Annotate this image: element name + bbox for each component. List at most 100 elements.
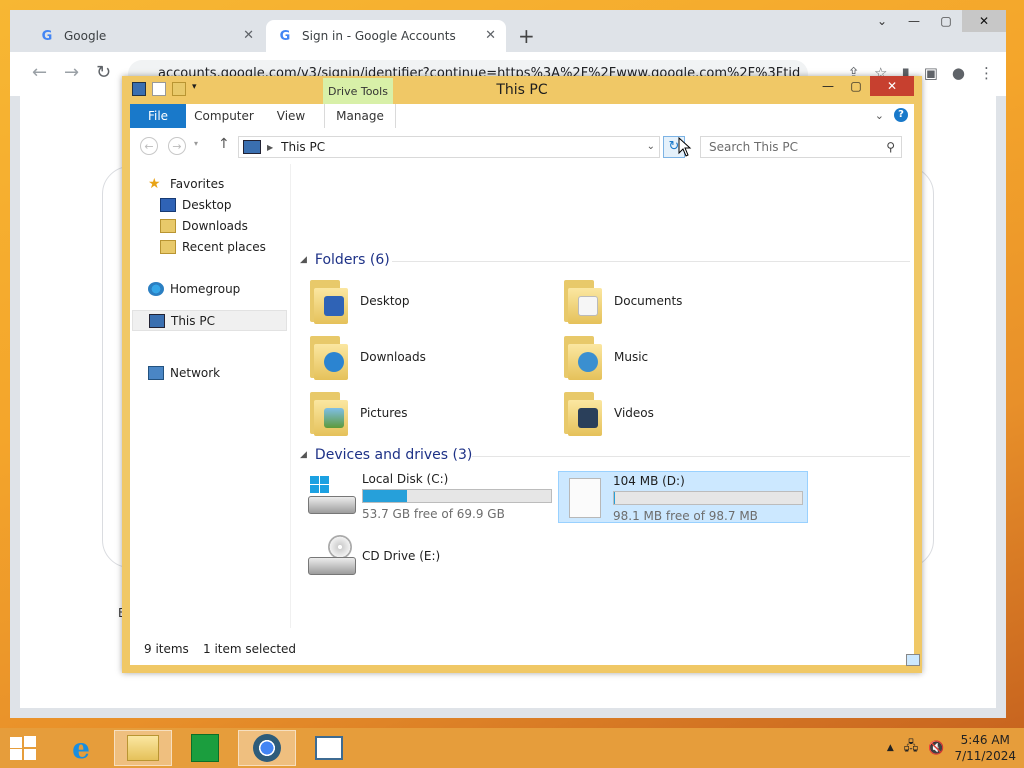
drive-usage-bar	[362, 489, 552, 503]
store-icon	[191, 734, 219, 762]
close-window-icon[interactable]: ✕	[870, 76, 914, 96]
taskbar-store[interactable]	[176, 730, 234, 766]
search-icon: ⚲	[886, 140, 895, 154]
folder-documents[interactable]: Documents	[562, 278, 682, 324]
menu-icon[interactable]: ⋮	[979, 64, 994, 82]
tab-file[interactable]: File	[130, 104, 186, 128]
folder-videos[interactable]: Videos	[562, 390, 654, 436]
window-title: This PC	[496, 82, 548, 98]
folder-pictures[interactable]: Pictures	[308, 390, 408, 436]
taskbar-app[interactable]	[300, 730, 358, 766]
drive-name: CD Drive (E:)	[362, 549, 441, 563]
close-window-icon[interactable]: ✕	[962, 10, 1006, 32]
music-folder-icon	[562, 334, 602, 380]
minimize-icon[interactable]: —	[898, 10, 930, 32]
collapse-icon[interactable]: ◢	[300, 255, 307, 265]
maximize-icon[interactable]: ▢	[842, 76, 870, 96]
this-pc-icon	[149, 313, 165, 328]
minimize-icon[interactable]: —	[814, 76, 842, 96]
chevron-down-icon[interactable]: ⌄	[647, 141, 655, 152]
drive-name: 104 MB (D:)	[613, 474, 685, 488]
window-app-icon	[315, 736, 343, 760]
drive-c[interactable]: Local Disk (C:) 53.7 GB free of 69.9 GB	[308, 472, 552, 522]
volume-muted-icon[interactable]: 🔇	[928, 741, 944, 756]
up-icon[interactable]: ↑	[218, 136, 230, 152]
taskbar-file-explorer[interactable]	[114, 730, 172, 766]
drive-name: Local Disk (C:)	[362, 472, 449, 486]
close-tab-icon[interactable]: ✕	[243, 28, 254, 43]
nav-label: Downloads	[182, 219, 248, 233]
nav-network[interactable]: Network	[148, 363, 220, 383]
help-icon[interactable]: ?	[894, 108, 908, 122]
chrome-window-controls: ⌄ — ▢ ✕	[866, 10, 1006, 34]
profile-icon[interactable]: ●	[952, 64, 965, 82]
nav-label: Network	[170, 366, 221, 380]
item-label: Desktop	[360, 294, 410, 308]
google-g-icon: G	[279, 28, 291, 44]
large-icons-view-icon[interactable]	[906, 654, 920, 666]
chevron-down-icon[interactable]: ⌄	[866, 10, 898, 32]
taskbar-chrome[interactable]	[238, 730, 296, 766]
start-button[interactable]	[10, 736, 38, 762]
chrome-tab-label: Google	[64, 29, 107, 43]
sidepanel-icon[interactable]: ▣	[924, 64, 938, 82]
forward-icon[interactable]: →	[64, 62, 79, 83]
downloads-icon	[160, 219, 176, 233]
selection-count: 1 item selected	[203, 642, 297, 656]
star-icon: ★	[148, 176, 161, 192]
chrome-tab-signin[interactable]: G Sign in - Google Accounts ✕	[266, 20, 506, 52]
item-label: Videos	[614, 406, 654, 420]
nav-this-pc[interactable]: This PC	[132, 310, 287, 331]
maximize-icon[interactable]: ▢	[930, 10, 962, 32]
nav-recent-places[interactable]: Recent places	[160, 237, 266, 257]
group-header-devices[interactable]: ◢ Devices and drives (3)	[300, 447, 472, 463]
nav-favorites[interactable]: ★ Favorites	[148, 174, 224, 194]
tab-manage[interactable]: Manage	[324, 104, 396, 128]
reload-icon[interactable]: ↻	[96, 62, 111, 83]
desktop-icon	[160, 198, 176, 212]
back-icon[interactable]: ←	[32, 62, 47, 83]
folder-downloads[interactable]: Downloads	[308, 334, 426, 380]
drive-free-space: 98.1 MB free of 98.7 MB	[613, 509, 758, 523]
expand-ribbon-icon[interactable]: ⌄	[875, 109, 884, 122]
tab-computer[interactable]: Computer	[192, 104, 256, 128]
address-box[interactable]: ▶ This PC ⌄	[238, 136, 660, 158]
nav-desktop[interactable]: Desktop	[160, 195, 232, 215]
chevron-right-icon[interactable]: ▶	[267, 143, 273, 152]
nav-label: Homegroup	[170, 282, 241, 296]
taskbar-internet-explorer[interactable]: e	[52, 730, 110, 766]
chrome-tab-google[interactable]: G Google ✕	[28, 20, 264, 52]
recent-locations-icon[interactable]: ▾	[194, 139, 198, 148]
new-tab-icon[interactable]: +	[518, 24, 535, 48]
item-label: Music	[614, 350, 649, 364]
collapse-icon[interactable]: ◢	[300, 450, 307, 460]
nav-downloads[interactable]: Downloads	[160, 216, 248, 236]
group-title: Devices and drives (3)	[314, 447, 473, 463]
drive-d[interactable]: 104 MB (D:) 98.1 MB free of 98.7 MB	[558, 471, 808, 523]
clock[interactable]: 5:46 AM 7/11/2024	[954, 732, 1016, 764]
nav-homegroup[interactable]: Homegroup	[148, 279, 240, 299]
close-tab-icon[interactable]: ✕	[485, 28, 496, 43]
drive-e[interactable]: CD Drive (E:)	[308, 532, 552, 580]
back-icon[interactable]: ←	[140, 137, 158, 155]
ribbon-tabs: File Computer View Manage ⌄ ?	[130, 104, 914, 129]
explorer-title-bar[interactable]: ▾ Drive Tools This PC — ▢ ✕	[122, 76, 922, 105]
folder-music[interactable]: Music	[562, 334, 648, 380]
file-explorer-icon	[127, 735, 159, 761]
system-tray: ▲ 🖧 🔇 5:46 AM 7/11/2024	[887, 732, 1016, 764]
forward-icon[interactable]: →	[168, 137, 186, 155]
documents-folder-icon	[562, 278, 602, 324]
group-header-folders[interactable]: ◢ Folders (6)	[300, 252, 390, 268]
explorer-window-controls: — ▢ ✕	[814, 76, 914, 96]
google-g-icon: G	[41, 28, 53, 44]
search-input[interactable]: Search This PC ⚲	[700, 136, 902, 158]
network-tray-icon[interactable]: 🖧	[904, 737, 919, 759]
navigation-pane: ★ Favorites Desktop Downloads Recent pla…	[130, 164, 291, 628]
item-label: Documents	[614, 294, 683, 308]
show-hidden-icons-icon[interactable]: ▲	[887, 743, 894, 753]
tab-view[interactable]: View	[266, 104, 316, 128]
this-pc-icon	[243, 140, 261, 154]
navigation-bar: ← → ▾ ↑ ▶ This PC ⌄ ↻ Search This PC ⚲	[130, 128, 914, 164]
folder-desktop[interactable]: Desktop	[308, 278, 410, 324]
item-label: Downloads	[360, 350, 426, 364]
